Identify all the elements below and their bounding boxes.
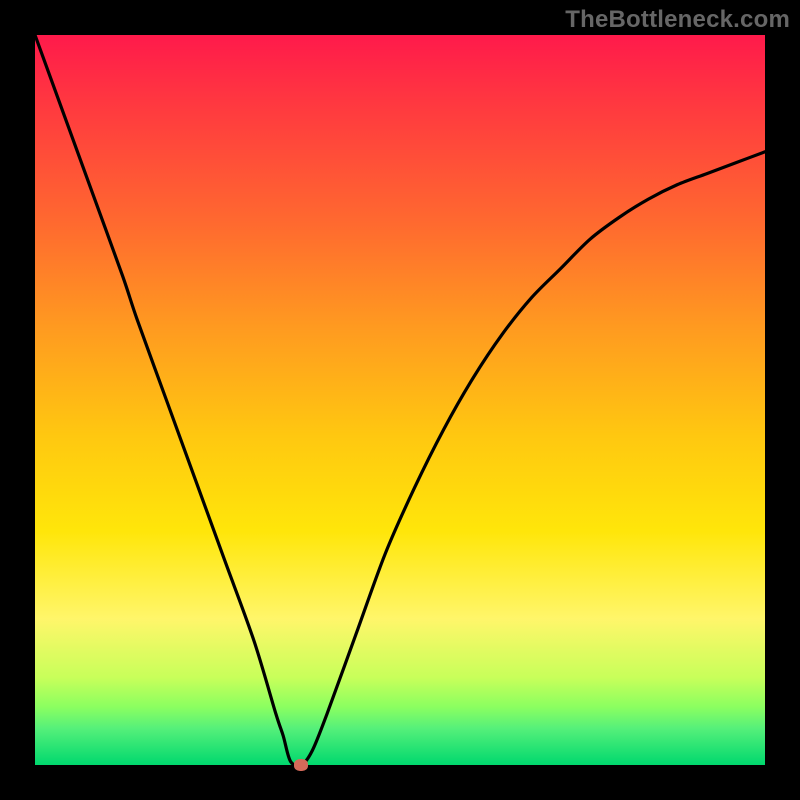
bottleneck-curve [35, 35, 765, 766]
minimum-marker [294, 759, 308, 771]
chart-frame: TheBottleneck.com [0, 0, 800, 800]
curve-svg [35, 35, 765, 765]
watermark-text: TheBottleneck.com [565, 6, 790, 34]
plot-area [35, 35, 765, 765]
